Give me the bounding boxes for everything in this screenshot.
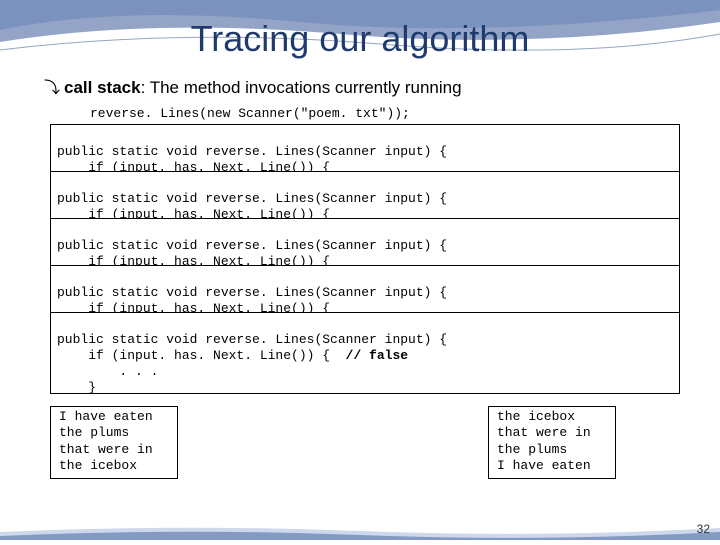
poem-output-box: the icebox that were in the plums I have… (488, 406, 616, 479)
slide-title: Tracing our algorithm (40, 18, 680, 60)
call-stack-area: reverse. Lines(new Scanner("poem. txt"))… (40, 106, 680, 394)
term-call-stack: call stack (64, 78, 141, 97)
code-line: public static void reverse. Lines(Scanne… (57, 285, 447, 300)
code-line: } (57, 380, 96, 394)
page-number: 32 (697, 522, 710, 536)
stack-frame: public static void reverse. Lines(Scanne… (50, 265, 680, 314)
code-line: public static void reverse. Lines(Scanne… (57, 332, 447, 347)
definition-rest: : The method invocations currently runni… (141, 78, 462, 97)
stack-frame: public static void reverse. Lines(Scanne… (50, 124, 680, 173)
poem-input-box: I have eaten the plums that were in the … (50, 406, 178, 479)
code-comment: // false (346, 348, 408, 363)
bullet-icon: ⤵ (44, 74, 60, 98)
stack-frame: public static void reverse. Lines(Scanne… (50, 218, 680, 267)
slide-content: Tracing our algorithm ⤵call stack: The m… (0, 0, 720, 394)
code-line: . . . (57, 364, 158, 379)
stack-frame: public static void reverse. Lines(Scanne… (50, 171, 680, 220)
stack-frame-last: public static void reverse. Lines(Scanne… (50, 312, 680, 394)
definition-line: ⤵call stack: The method invocations curr… (40, 74, 680, 98)
code-line: if (input. has. Next. Line()) { (57, 348, 346, 363)
code-line: public static void reverse. Lines(Scanne… (57, 238, 447, 253)
initial-call-line: reverse. Lines(new Scanner("poem. txt"))… (50, 106, 680, 122)
bottom-wave-decoration (0, 522, 720, 540)
code-line: public static void reverse. Lines(Scanne… (57, 191, 447, 206)
code-line: public static void reverse. Lines(Scanne… (57, 144, 447, 159)
